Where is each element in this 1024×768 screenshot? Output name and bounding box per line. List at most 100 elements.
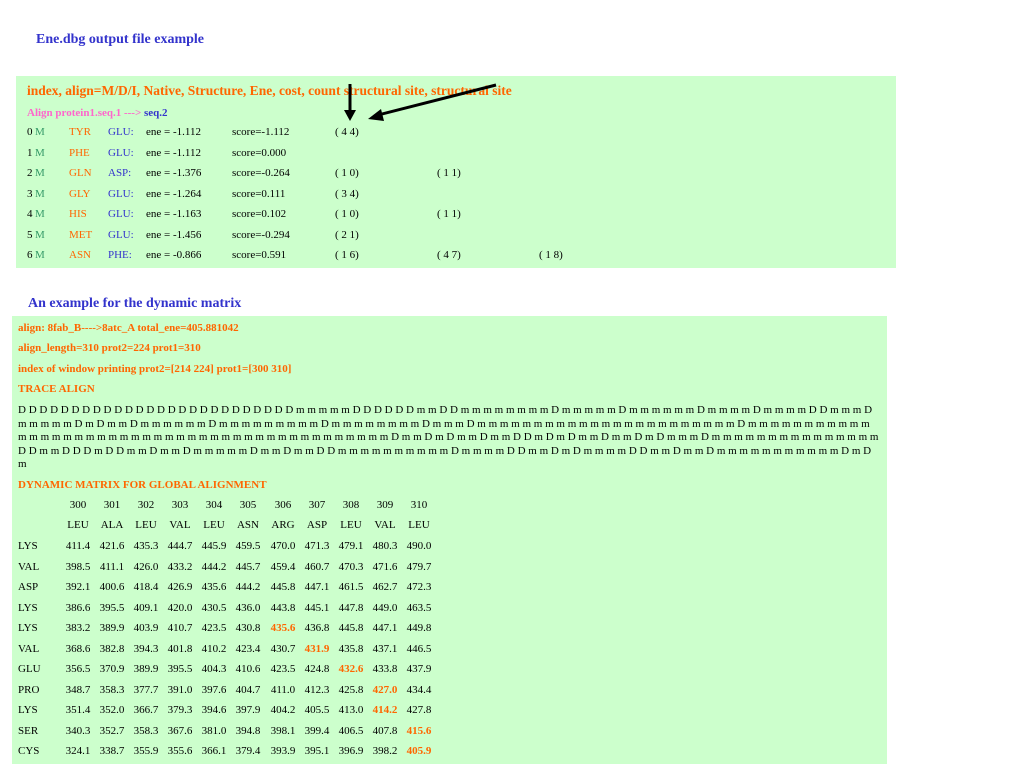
dbg-cell-op: M [35,187,45,200]
matrix-row-label: LYS [18,540,38,552]
dbg-cell-s1: ( 2 1) [335,228,359,241]
dbg-cell-idx: 1 [27,146,33,159]
dbg-cell-op: M [35,228,45,241]
matrix-cell: 430.8 [235,622,261,634]
matrix-cell: 444.2 [235,581,261,593]
dbg-cell-struct: GLU: [108,228,134,241]
matrix-cell: 310 [410,499,428,511]
dynamic-matrix-title: An example for the dynamic matrix [28,296,242,311]
matrix-cell: 415.6 [406,724,432,737]
dbg-cell-score: score=0.591 [232,249,287,261]
matrix-row-label: PRO [18,683,40,696]
dbg-cell-struct: GLU: [108,208,134,220]
dbg-cell-op: M [35,208,45,220]
dbg-cell-op: M [35,167,45,179]
dbg-cell-struct: GLU: [108,126,134,138]
matrix-row-label: LYS [18,601,38,614]
dynamic-matrix-panel: align: 8fab_B---->8atc_A total_ene=405.8… [12,316,887,764]
matrix-cell: 397.9 [235,704,261,716]
matrix-row-label: LYS [18,704,38,716]
dbg-cell-native: TYR [69,126,91,138]
dbg-cell-struct: GLU: [108,146,134,159]
dbg-cell-ene: ene = -0.866 [146,249,202,261]
matrix-cell: 479.7 [406,560,432,573]
dbg-cell-native: ASN [69,249,92,261]
dbg-cell-idx: 5 [27,228,33,241]
dbg-cell-op: M [35,249,45,261]
dbg-cell-s2: ( 1 1) [437,167,461,179]
dbg-cell-ene: ene = -1.112 [146,146,201,159]
matrix-cell: 394.8 [235,724,261,737]
trace-align-text: D D D D D D D D D D D D D D D D D D D D … [18,404,879,471]
dbg-cell-idx: 6 [27,249,33,261]
dbg-cell-score: score=-0.264 [232,167,290,179]
matrix-cell: 472.3 [406,581,432,593]
align-prefix: Align protein1.seq.1 ---> [27,107,142,119]
matrix-cell: 379.4 [235,745,261,757]
dbg-cell-native: GLN [69,167,92,179]
dbg-cell-ene: ene = -1.163 [146,208,202,220]
matrix-cell: 305 [239,499,257,511]
dbg-cell-ene: ene = -1.112 [146,126,201,138]
dbg-cell-struct: GLU: [108,187,134,200]
dbg-cell-idx: 3 [27,187,33,200]
trace-align-heading: TRACE ALIGN [18,383,95,395]
align-target: seq.2 [143,107,168,119]
dbg-cell-native: MET [69,228,93,241]
dbg-cell-s3: ( 1 8) [539,249,563,261]
matrix-cell: ASN [236,519,259,531]
dbg-cell-native: PHE [69,146,90,159]
matrix-row-label: CYS [18,745,40,757]
dbg-cell-score: score=0.102 [232,208,287,220]
dbg-cell-ene: ene = -1.456 [146,228,202,241]
matrix-heading: DYNAMIC MATRIX FOR GLOBAL ALIGNMENT [18,479,267,491]
matrix-cell: 446.5 [406,642,432,655]
dbg-cell-s2: ( 4 7) [437,249,461,261]
matrix-cell: 449.8 [406,622,432,634]
align-line: Align protein1.seq.1 ---> seq.2 [27,107,168,119]
align-info-line: align: 8fab_B---->8atc_A total_ene=405.8… [18,322,239,334]
matrix-cell: 405.9 [406,745,432,757]
matrix-cell: 459.5 [235,540,261,552]
dbg-cell-ene: ene = -1.376 [146,167,202,179]
dbg-cell-s1: ( 3 4) [335,187,359,200]
dbg-cell-s2: ( 1 1) [437,208,461,220]
matrix-cell: 437.9 [406,663,432,675]
page-title: Ene.dbg output file example [36,32,205,47]
matrix-row-label: GLU [18,663,41,675]
matrix-cell: 463.5 [406,601,432,614]
dbg-cell-idx: 4 [27,208,33,220]
dbg-header: index, align=M/D/I, Native, Structure, E… [27,83,512,98]
dbg-output-panel: index, align=M/D/I, Native, Structure, E… [16,76,896,268]
matrix-cell: 427.8 [406,704,432,716]
dbg-cell-score: score=0.000 [232,146,287,159]
dbg-cell-native: HIS [69,208,87,220]
dbg-cell-score: score=-0.294 [232,228,290,241]
matrix-row-label: VAL [18,642,40,655]
align-length-line: align_length=310 prot2=224 prot1=310 [18,342,201,354]
matrix-row-label: VAL [18,560,40,573]
matrix-cell: 445.7 [235,560,261,573]
matrix-row-label: ASP [18,581,39,593]
matrix-row-label: SER [18,724,39,737]
matrix-cell: 434.4 [406,683,432,696]
window-index-line: index of window printing prot2=[214 224]… [18,363,292,375]
matrix-row-label: LYS [18,622,38,634]
matrix-cell: 410.6 [235,663,261,675]
matrix-cell: 404.7 [235,683,261,696]
dbg-cell-score: score=-1.112 [232,126,290,138]
dbg-cell-idx: 2 [27,167,33,179]
matrix-cell: 490.0 [406,540,432,552]
dbg-cell-struct: PHE: [108,249,132,261]
dbg-cell-s1: ( 4 4) [335,126,359,138]
matrix-cell: LEU [408,519,430,531]
dbg-cell-native: GLY [69,187,91,200]
dbg-cell-score: score=0.111 [232,187,286,200]
matrix-cell: 423.4 [235,642,261,655]
dbg-cell-s1: ( 1 6) [335,249,359,261]
dbg-cell-s1: ( 1 0) [335,208,359,220]
matrix-cell: 436.0 [235,601,261,614]
dbg-cell-op: M [35,126,45,138]
dbg-cell-struct: ASP: [108,167,132,179]
dbg-cell-op: M [35,146,45,159]
